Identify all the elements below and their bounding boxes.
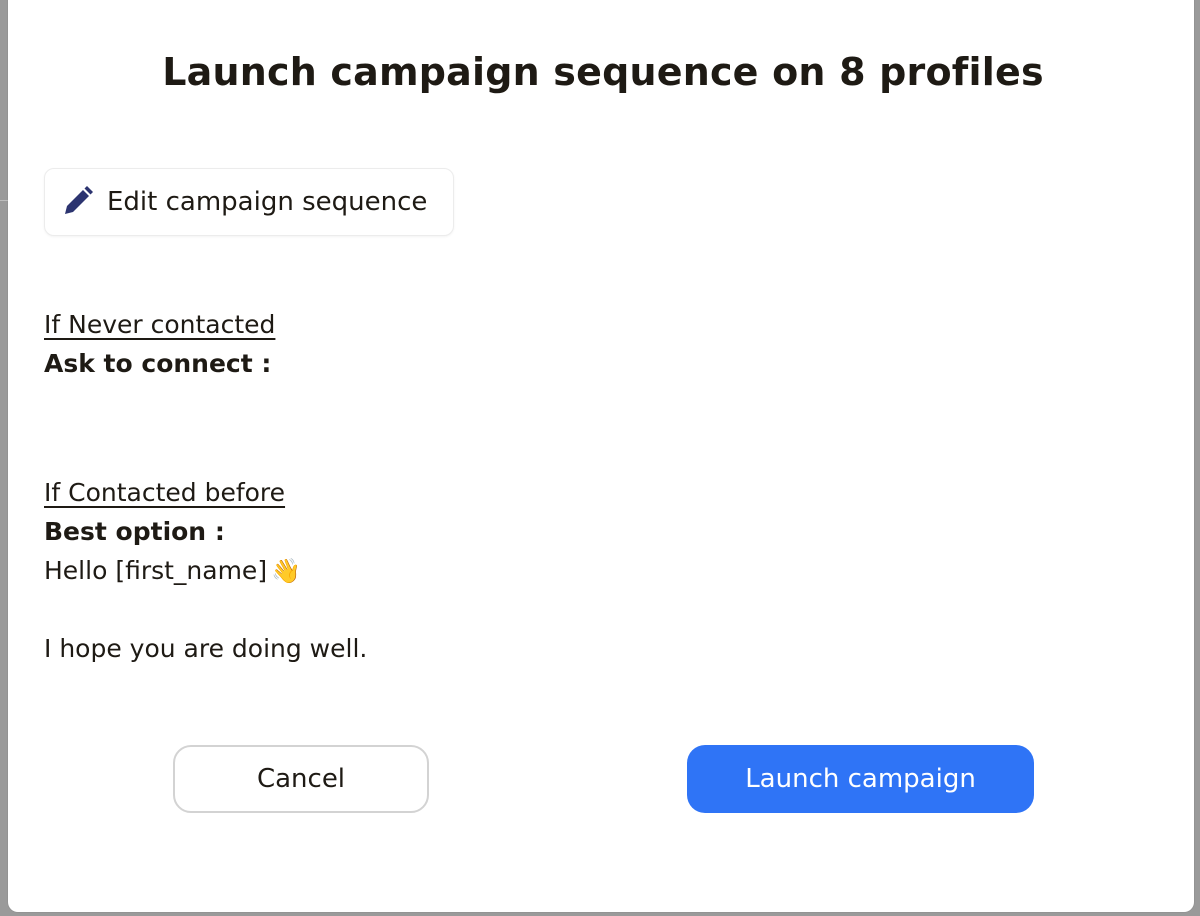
backdrop-divider xyxy=(0,200,8,201)
launch-campaign-button[interactable]: Launch campaign xyxy=(687,745,1034,813)
section-heading-contacted-before: If Contacted before xyxy=(44,478,286,507)
section-subheading-ask-to-connect: Ask to connect : xyxy=(44,349,272,378)
section-heading-never-contacted: If Never contacted xyxy=(44,310,276,339)
edit-campaign-sequence-label: Edit campaign sequence xyxy=(107,187,428,217)
message-body-line: I hope you are doing well. xyxy=(44,634,368,663)
cancel-button[interactable]: Cancel xyxy=(173,745,429,813)
edit-campaign-sequence-button[interactable]: Edit campaign sequence xyxy=(44,168,454,236)
waving-hand-icon: 👋 xyxy=(271,557,301,585)
section-subheading-best-option: Best option : xyxy=(44,517,225,546)
pencil-icon xyxy=(59,184,95,220)
launch-campaign-dialog: Launch campaign sequence on 8 profiles E… xyxy=(8,0,1194,912)
message-greeting-line: Hello [first_name] 👋 xyxy=(44,556,301,585)
message-greeting-text: Hello [first_name] xyxy=(44,556,268,585)
dialog-title: Launch campaign sequence on 8 profiles xyxy=(162,50,1044,94)
